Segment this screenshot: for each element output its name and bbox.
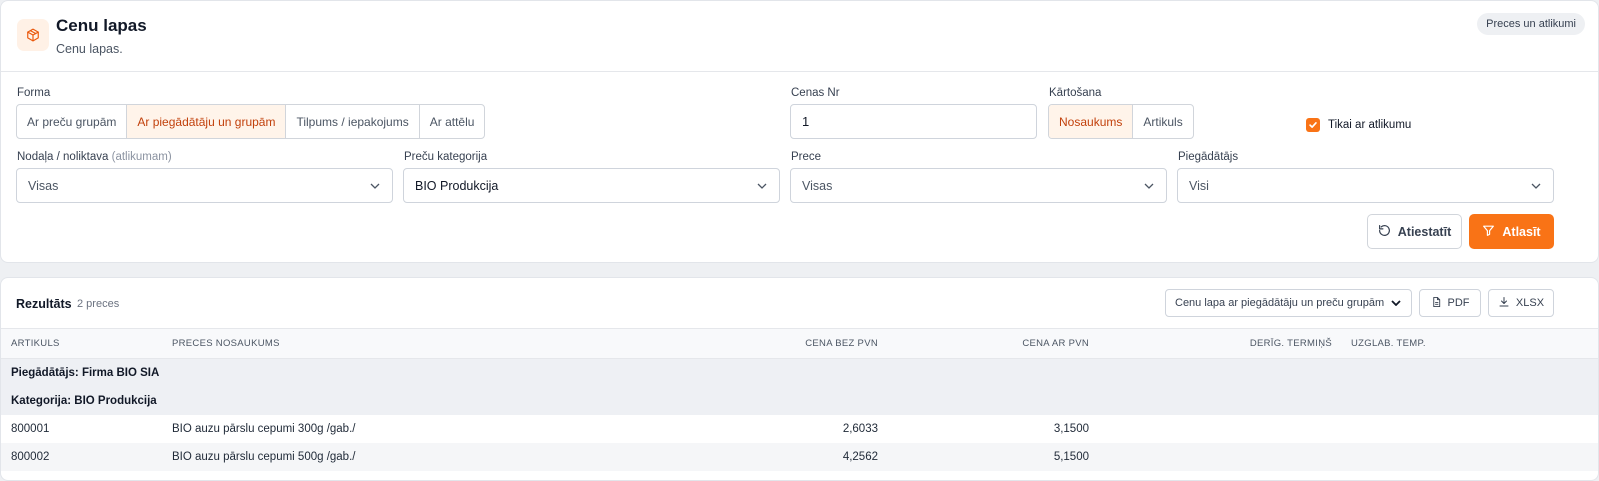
download-icon bbox=[1498, 296, 1510, 311]
filter-icon bbox=[1482, 224, 1495, 240]
col-artikuls[interactable]: ARTIKULS bbox=[11, 329, 60, 358]
xlsx-button[interactable]: XLSX bbox=[1488, 289, 1554, 317]
cell-cena-bez: 4,2562 bbox=[842, 451, 878, 463]
supplier-group-label: Piegādātājs: Firma BIO SIA bbox=[11, 367, 160, 379]
prece-value: Visas bbox=[802, 178, 833, 193]
box-icon bbox=[17, 19, 49, 51]
file-icon bbox=[1431, 296, 1442, 311]
piegadatajs-label: Piegādātājs bbox=[1178, 151, 1239, 163]
chevron-down-icon bbox=[1143, 180, 1155, 192]
col-cena-bez[interactable]: CENA BEZ PVN bbox=[805, 329, 878, 358]
chevron-down-icon bbox=[1530, 180, 1542, 192]
page-title: Cenu lapas bbox=[56, 16, 147, 35]
forma-segmented-control: Ar preču grupām Ar piegādātāju un grupām… bbox=[16, 104, 486, 139]
table-row[interactable]: 800002 BIO auzu pārslu cepumi 500g /gab.… bbox=[1, 443, 1598, 471]
results-table: ARTIKULS PRECES NOSAUKUMS CENA BEZ PVN C… bbox=[1, 328, 1598, 471]
piegadatajs-value: Visi bbox=[1189, 178, 1209, 193]
forma-option-volume[interactable]: Tilpums / iepakojums bbox=[286, 105, 420, 138]
cell-nosaukums: BIO auzu pārslu cepumi 300g /gab./ bbox=[172, 423, 356, 435]
forma-option-image[interactable]: Ar attēlu bbox=[420, 105, 485, 138]
cell-cena-bez: 2,6033 bbox=[842, 423, 878, 435]
prece-label: Prece bbox=[791, 151, 822, 163]
supplier-group-row: Piegādātājs: Firma BIO SIA bbox=[1, 359, 1598, 387]
forma-label: Forma bbox=[17, 87, 51, 99]
results-title: Rezultāts bbox=[16, 297, 72, 311]
sort-segmented-control: Nosaukums Artikuls bbox=[1048, 104, 1194, 139]
chevron-down-icon bbox=[756, 180, 768, 192]
table-header-row: ARTIKULS PRECES NOSAUKUMS CENA BEZ PVN C… bbox=[1, 328, 1598, 359]
prece-select[interactable]: Visas bbox=[790, 168, 1167, 203]
category-group-label: Kategorija: BIO Produkcija bbox=[11, 395, 157, 407]
cenas-nr-input[interactable]: 1 bbox=[790, 104, 1037, 139]
sort-label: Kārtošana bbox=[1049, 87, 1102, 99]
page-subtitle: Cenu lapas. bbox=[56, 42, 123, 56]
table-row[interactable]: 800001 BIO auzu pārslu cepumi 300g /gab.… bbox=[1, 415, 1598, 443]
kategorija-select[interactable]: BIO Produkcija bbox=[403, 168, 780, 203]
page-header: Cenu lapas Cenu lapas. Preces un atlikum… bbox=[1, 1, 1598, 72]
only-in-stock-checkbox[interactable]: Tikai ar atlikumu bbox=[1306, 118, 1411, 132]
piegadatajs-select[interactable]: Visi bbox=[1177, 168, 1554, 203]
category-group-row: Kategorija: BIO Produkcija bbox=[1, 387, 1598, 415]
pdf-button[interactable]: PDF bbox=[1419, 289, 1481, 317]
col-termins[interactable]: DERĪG. TERMIŅŠ bbox=[1250, 329, 1332, 358]
cell-nosaukums: BIO auzu pārslu cepumi 500g /gab./ bbox=[172, 451, 356, 463]
kategorija-value: BIO Produkcija bbox=[415, 178, 499, 193]
forma-option-supplier-groups[interactable]: Ar piegādātāju un grupām bbox=[127, 105, 287, 138]
only-in-stock-label: Tikai ar atlikumu bbox=[1328, 119, 1412, 131]
checkmark-icon[interactable] bbox=[1306, 118, 1320, 132]
submit-button[interactable]: Atlasīt bbox=[1469, 214, 1554, 249]
sort-option-article[interactable]: Artikuls bbox=[1133, 105, 1192, 138]
cell-artikuls: 800001 bbox=[11, 423, 50, 435]
filters-card: Cenu lapas Cenu lapas. Preces un atlikum… bbox=[0, 0, 1599, 263]
cell-cena-ar: 5,1500 bbox=[1053, 451, 1089, 463]
cenas-nr-label: Cenas Nr bbox=[791, 87, 840, 99]
cell-cena-ar: 3,1500 bbox=[1053, 423, 1089, 435]
nodala-select[interactable]: Visas bbox=[16, 168, 393, 203]
cell-artikuls: 800002 bbox=[11, 451, 50, 463]
chevron-down-icon bbox=[1390, 297, 1402, 309]
sort-option-name[interactable]: Nosaukums bbox=[1049, 105, 1134, 138]
col-cena-ar[interactable]: CENA AR PVN bbox=[1022, 329, 1089, 358]
section-badge: Preces un atlikumi bbox=[1477, 13, 1585, 35]
forma-option-groups[interactable]: Ar preču grupām bbox=[17, 105, 128, 138]
col-temp[interactable]: UZGLAB. TEMP. bbox=[1351, 329, 1426, 358]
reset-icon bbox=[1378, 224, 1391, 240]
report-type-select[interactable]: Cenu lapa ar piegādātāju un preču grupām bbox=[1165, 289, 1412, 317]
report-type-value: Cenu lapa ar piegādātāju un preču grupām bbox=[1175, 297, 1385, 309]
nodala-value: Visas bbox=[28, 178, 59, 193]
kategorija-label: Preču kategorija bbox=[404, 151, 488, 163]
col-nosaukums[interactable]: PRECES NOSAUKUMS bbox=[172, 329, 280, 358]
reset-button[interactable]: Atiestatīt bbox=[1367, 214, 1462, 249]
chevron-down-icon bbox=[369, 180, 381, 192]
results-card: Rezultāts 2 preces Cenu lapa ar piegādāt… bbox=[0, 277, 1599, 481]
results-count: 2 preces bbox=[77, 298, 120, 310]
nodala-label: Nodaļa / noliktava (atlikumam) bbox=[17, 151, 172, 163]
